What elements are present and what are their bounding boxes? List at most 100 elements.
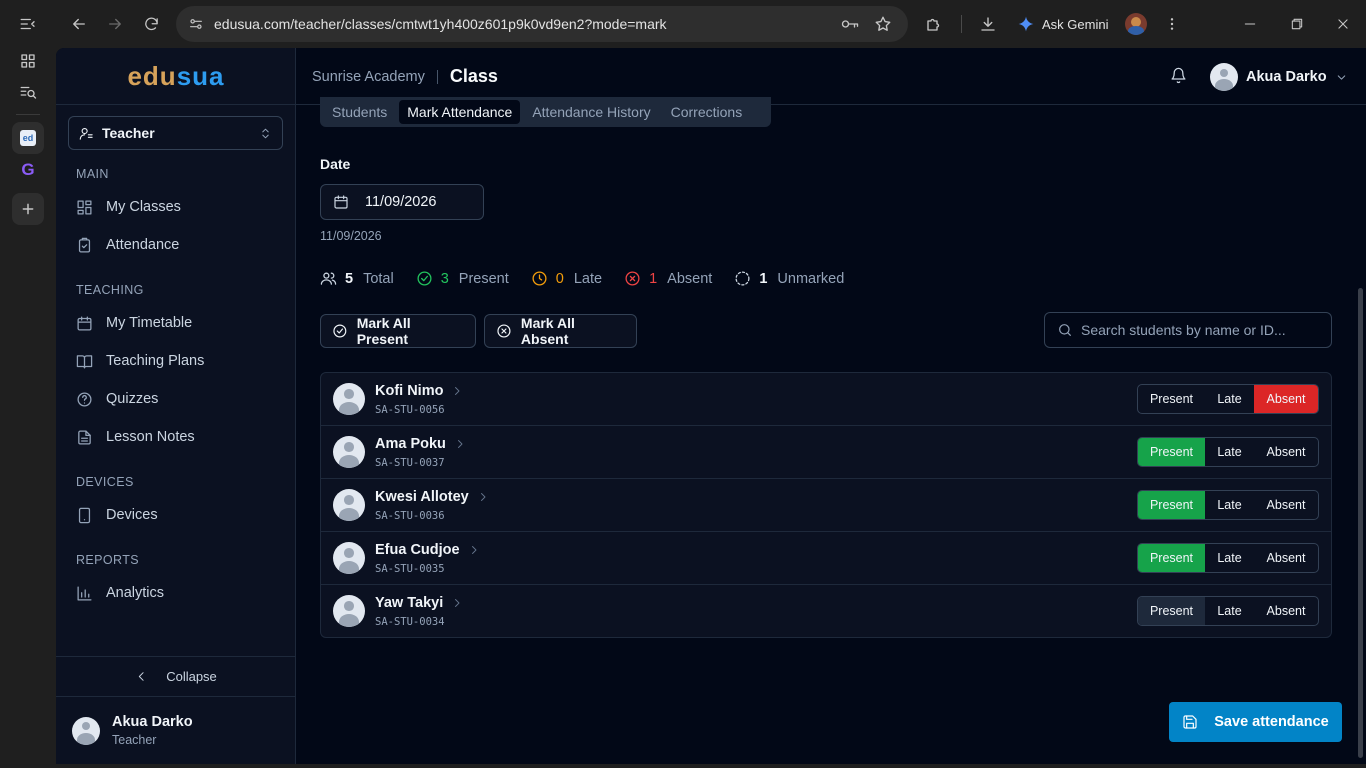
student-id: SA-STU-0034: [375, 616, 445, 628]
sidebar-item-attendance[interactable]: Attendance: [68, 228, 283, 262]
avatar: [333, 489, 365, 521]
absent-option[interactable]: Absent: [1254, 491, 1318, 519]
present-option[interactable]: Present: [1138, 438, 1205, 466]
present-option[interactable]: Present: [1138, 491, 1205, 519]
sidebar-item-label: Lesson Notes: [106, 429, 195, 445]
notifications-bell-icon[interactable]: [1170, 67, 1187, 84]
page-scrollbar[interactable]: [1358, 288, 1363, 758]
g-app-tab-icon[interactable]: G: [12, 154, 44, 186]
absent-option[interactable]: Absent: [1254, 385, 1318, 413]
late-option[interactable]: Late: [1205, 544, 1254, 572]
search-input[interactable]: [1081, 322, 1321, 338]
sidebar-item-my-classes[interactable]: My Classes: [68, 190, 283, 224]
student-name: Efua Cudjoe: [375, 542, 460, 558]
user-menu[interactable]: Akua Darko: [1210, 63, 1348, 91]
new-tab-plus-icon[interactable]: [12, 193, 44, 225]
late-option[interactable]: Late: [1205, 385, 1254, 413]
present-option[interactable]: Present: [1138, 597, 1205, 625]
edusua-logo[interactable]: edu sua: [56, 48, 296, 105]
rail-divider: [16, 114, 40, 115]
restore-window-icon[interactable]: [1281, 8, 1313, 40]
close-window-icon[interactable]: [1327, 8, 1359, 40]
tab-search-icon[interactable]: [12, 76, 44, 108]
edusua-tab-icon[interactable]: ed: [12, 122, 44, 154]
sidebar-item-devices[interactable]: Devices: [68, 498, 283, 532]
tab-students[interactable]: Students: [324, 100, 395, 124]
stat-unmarked: 1 Unmarked: [734, 270, 844, 287]
stat-total-label: Total: [363, 270, 394, 287]
absent-option[interactable]: Absent: [1254, 597, 1318, 625]
sidebar-user-role: Teacher: [112, 733, 157, 747]
tab-mark-attendance[interactable]: Mark Attendance: [399, 100, 521, 124]
stat-total: 5 Total: [320, 270, 394, 287]
present-option[interactable]: Present: [1138, 544, 1205, 572]
student-name-link[interactable]: Ama Poku: [375, 436, 466, 452]
student-name-link[interactable]: Efua Cudjoe: [375, 542, 480, 558]
sidebar-item-quizzes[interactable]: Quizzes: [68, 382, 283, 416]
forward-arrow-icon[interactable]: [99, 8, 131, 40]
collapse-sidebar-button[interactable]: Collapse: [56, 656, 296, 697]
minimize-window-icon[interactable]: [1234, 8, 1266, 40]
reload-icon[interactable]: [135, 8, 167, 40]
present-option[interactable]: Present: [1138, 385, 1205, 413]
student-id: SA-STU-0035: [375, 563, 445, 575]
extensions-puzzle-icon[interactable]: [918, 8, 950, 40]
late-option[interactable]: Late: [1205, 597, 1254, 625]
late-option[interactable]: Late: [1205, 438, 1254, 466]
date-label: Date: [320, 156, 351, 172]
ask-gemini-button[interactable]: Ask Gemini: [1018, 8, 1108, 40]
tablet-icon: [78, 507, 91, 523]
avatar: [72, 716, 100, 745]
absent-option[interactable]: Absent: [1254, 438, 1318, 466]
avatar: [333, 436, 365, 468]
address-bar[interactable]: edusua.com/teacher/classes/cmtwt1yh400z6…: [176, 6, 908, 42]
sidebar-item-lesson-notes[interactable]: Lesson Notes: [68, 420, 283, 454]
stat-absent-label: Absent: [667, 270, 713, 287]
student-row: Ama Poku SA-STU-0037 Present Late Absent: [321, 426, 1331, 479]
browser-menu-icon[interactable]: [1156, 8, 1188, 40]
mark-all-present-button[interactable]: Mark All Present: [320, 314, 476, 348]
role-selector[interactable]: Teacher: [68, 116, 283, 150]
dashed-circle-icon: [735, 271, 750, 286]
site-settings-icon[interactable]: [188, 16, 204, 32]
mark-all-absent-button[interactable]: Mark All Absent: [484, 314, 637, 348]
absent-option[interactable]: Absent: [1254, 544, 1318, 572]
stat-absent: 1 Absent: [624, 270, 712, 287]
attendance-status-toggle: Present Late Absent: [1137, 437, 1319, 467]
attendance-status-toggle: Present Late Absent: [1137, 490, 1319, 520]
downloads-icon[interactable]: [972, 8, 1004, 40]
tab-attendance-history[interactable]: Attendance History: [524, 100, 658, 124]
save-disk-icon: [1183, 715, 1197, 729]
sidebar-toggle-icon[interactable]: [12, 8, 44, 40]
date-caption: 11/09/2026: [320, 229, 382, 243]
sidebar-user-card[interactable]: Akua Darko Teacher: [72, 714, 193, 747]
student-name-link[interactable]: Kwesi Allotey: [375, 489, 489, 505]
logo-part-sua: sua: [176, 60, 225, 91]
chevron-down-icon: [1337, 74, 1345, 80]
tab-grid-icon[interactable]: [12, 45, 44, 77]
student-search[interactable]: [1044, 312, 1332, 348]
back-arrow-icon[interactable]: [63, 8, 95, 40]
mark-all-absent-label: Mark All Absent: [520, 315, 575, 347]
late-option[interactable]: Late: [1205, 491, 1254, 519]
school-name[interactable]: Sunrise Academy: [312, 69, 425, 85]
check-circle-icon: [417, 271, 432, 286]
tab-corrections[interactable]: Corrections: [663, 100, 751, 124]
users-icon: [320, 272, 337, 285]
sidebar-item-label: Analytics: [106, 585, 165, 601]
url-text[interactable]: edusua.com/teacher/classes/cmtwt1yh400z6…: [214, 16, 667, 32]
student-list: Kofi Nimo SA-STU-0056 Present Late Absen…: [320, 372, 1332, 638]
save-attendance-button[interactable]: Save attendance: [1169, 702, 1342, 742]
bookmark-star-icon[interactable]: [874, 15, 892, 33]
date-picker[interactable]: 11/09/2026: [320, 184, 484, 220]
sidebar-item-analytics[interactable]: Analytics: [68, 576, 283, 610]
student-name-link[interactable]: Kofi Nimo: [375, 383, 463, 399]
student-name-link[interactable]: Yaw Takyi: [375, 595, 463, 611]
sidebar-item-teaching-plans[interactable]: Teaching Plans: [68, 344, 283, 378]
breadcrumb-divider: [436, 69, 438, 84]
sidebar-item-my-timetable[interactable]: My Timetable: [68, 306, 283, 340]
chevron-right-icon: [455, 599, 460, 607]
password-key-icon[interactable]: [840, 15, 860, 33]
profile-avatar-icon[interactable]: [1125, 13, 1147, 35]
section-title-reports: REPORTS: [76, 553, 139, 567]
